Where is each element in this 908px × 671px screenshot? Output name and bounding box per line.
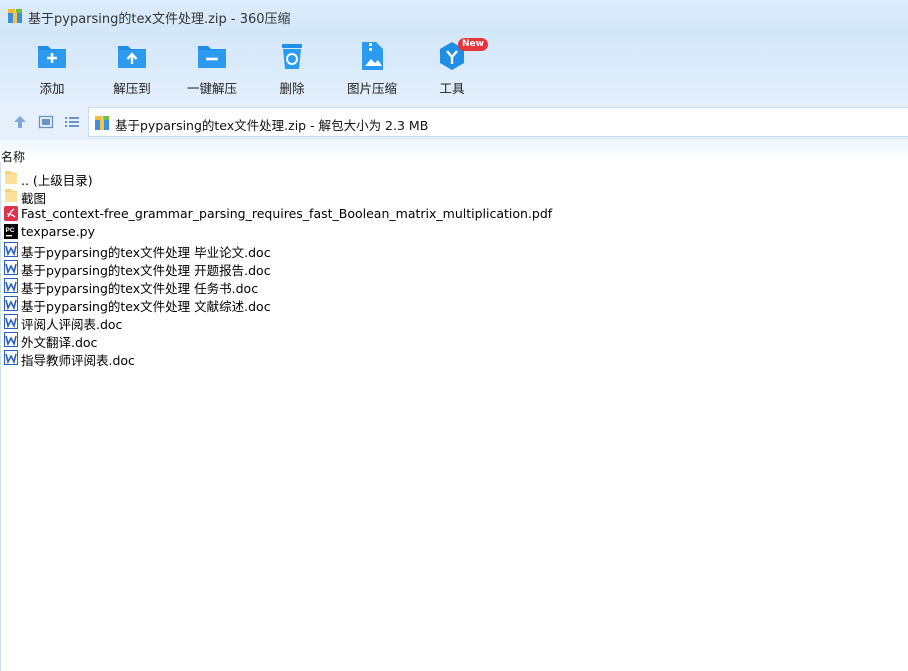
image-compress-button[interactable]: 图片压缩 [332,38,412,100]
file-row[interactable]: 基于pyparsing的tex文件处理 文献综述.doc [0,295,908,314]
file-name: Fast_context-free_grammar_parsing_requir… [21,206,553,221]
extract-to-icon [118,46,146,68]
file-row[interactable]: .. (上级目录) [0,169,908,188]
delete-label: 删除 [279,81,305,96]
thumbnail-view-icon[interactable] [38,114,54,130]
up-arrow-icon[interactable] [12,114,28,130]
extract-to-button[interactable]: 解压到 [92,38,172,100]
word-doc-icon [4,260,18,275]
pdf-icon [4,206,18,221]
word-doc-icon [4,332,18,347]
folder-icon [5,171,17,184]
file-row[interactable]: PC texparse.py [0,223,908,241]
address-bar[interactable]: 基于pyparsing的tex文件处理.zip - 解包大小为 2.3 MB [88,107,908,137]
file-row[interactable]: 截图 [0,187,908,206]
word-doc-icon [4,242,18,257]
navigation-bar: 基于pyparsing的tex文件处理.zip - 解包大小为 2.3 MB [0,104,908,140]
add-icon [38,46,66,68]
archive-icon [95,116,109,130]
one-click-extract-label: 一键解压 [186,81,237,96]
file-row[interactable]: 指导教师评阅表.doc [0,349,908,368]
file-list: .. (上级目录) 截图 Fast_context-free_grammar_p… [0,169,908,368]
file-row[interactable]: 评阅人评阅表.doc [0,313,908,332]
file-row[interactable]: 基于pyparsing的tex文件处理 开题报告.doc [0,259,908,278]
tools-button[interactable]: New 工具 [412,38,492,100]
archive-icon [8,9,22,23]
toolbar: 添加 解压到 一键解压 删除 图片压缩 New 工具 [0,32,908,104]
file-name: texparse.py [21,224,96,239]
one-click-extract-icon [198,46,226,68]
file-name: 指导教师评阅表.doc [21,353,135,368]
add-button[interactable]: 添加 [12,38,92,100]
file-row[interactable]: 基于pyparsing的tex文件处理 毕业论文.doc [0,241,908,260]
one-click-extract-button[interactable]: 一键解压 [172,38,252,100]
delete-icon [282,44,302,69]
add-label: 添加 [39,81,65,96]
address-path: 基于pyparsing的tex文件处理.zip - 解包大小为 2.3 MB [115,118,429,133]
column-header-name[interactable]: 名称 [1,148,25,165]
delete-button[interactable]: 删除 [252,38,332,100]
word-doc-icon [4,278,18,293]
title-bar: 基于pyparsing的tex文件处理.zip - 360压缩 [0,0,908,32]
pycharm-icon: PC [4,224,18,239]
word-doc-icon [4,350,18,365]
folder-icon [5,189,17,202]
list-header: 名称 [0,140,908,165]
file-row[interactable]: 基于pyparsing的tex文件处理 任务书.doc [0,277,908,296]
new-badge: New [458,38,488,51]
image-compress-label: 图片压缩 [346,81,397,96]
tools-label: 工具 [439,81,465,96]
image-compress-icon [362,42,383,70]
window-title: 基于pyparsing的tex文件处理.zip - 360压缩 [28,12,291,27]
file-row[interactable]: 外文翻译.doc [0,331,908,350]
extract-to-label: 解压到 [113,81,151,96]
file-row[interactable]: Fast_context-free_grammar_parsing_requir… [0,205,908,223]
word-doc-icon [4,296,18,311]
svg-text:PC: PC [6,227,15,234]
list-view-icon[interactable] [64,114,80,130]
word-doc-icon [4,314,18,329]
